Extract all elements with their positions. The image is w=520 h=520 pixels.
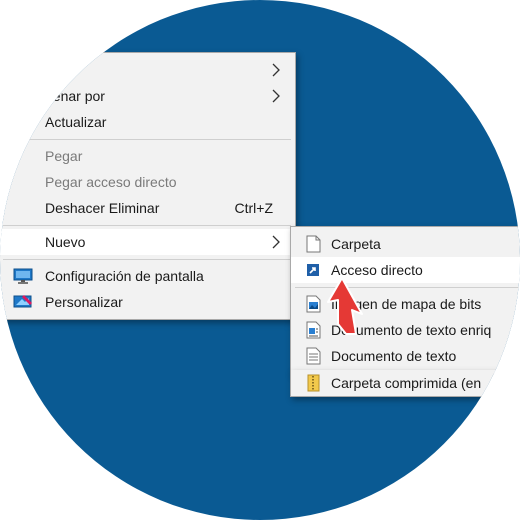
menu-item-new[interactable]: Nuevo: [0, 229, 295, 255]
menu-separator: [3, 139, 291, 140]
menu-item-paste: Pegar: [45, 148, 83, 164]
menu-shortcut: Ctrl+Z: [234, 200, 274, 216]
submenu-item-zip-folder[interactable]: Carpeta comprimida (en: [291, 370, 520, 396]
display-settings-icon: [13, 268, 33, 284]
menu-item-refresh[interactable]: Actualizar: [0, 109, 295, 135]
chevron-right-icon: [272, 235, 280, 249]
personalize-icon: [13, 295, 32, 308]
text-document-icon: [306, 347, 321, 365]
new-submenu-overflow: Carpeta comprimida (en: [290, 370, 520, 397]
folder-icon: [306, 235, 321, 253]
zip-folder-icon: [307, 374, 320, 392]
shortcut-icon: [307, 264, 319, 276]
menu-item-paste-shortcut: Pegar acceso directo: [45, 174, 177, 190]
chevron-right-icon: [272, 63, 280, 77]
desktop-background[interactable]: denar por Actualizar Pegar Pegar acceso …: [0, 0, 520, 520]
menu-separator: [3, 259, 291, 260]
chevron-right-icon: [272, 89, 280, 103]
menu-separator: [3, 225, 291, 226]
menu-item-sort-by[interactable]: denar por: [0, 83, 295, 109]
submenu-item-text-document[interactable]: Documento de texto: [291, 343, 520, 369]
red-arrow-icon: [327, 277, 363, 335]
desktop-context-menu: denar por Actualizar Pegar Pegar acceso …: [0, 52, 296, 320]
bitmap-image-icon: [306, 295, 321, 313]
menu-item-view[interactable]: [0, 57, 295, 83]
submenu-item-folder[interactable]: Carpeta: [291, 231, 520, 257]
menu-item-display-settings[interactable]: Configuración de pantalla: [0, 263, 295, 289]
rich-text-document-icon: [306, 321, 321, 339]
menu-item-undo-delete[interactable]: Deshacer Eliminar Ctrl+Z: [0, 195, 295, 221]
menu-item-personalize[interactable]: Personalizar: [0, 289, 295, 315]
